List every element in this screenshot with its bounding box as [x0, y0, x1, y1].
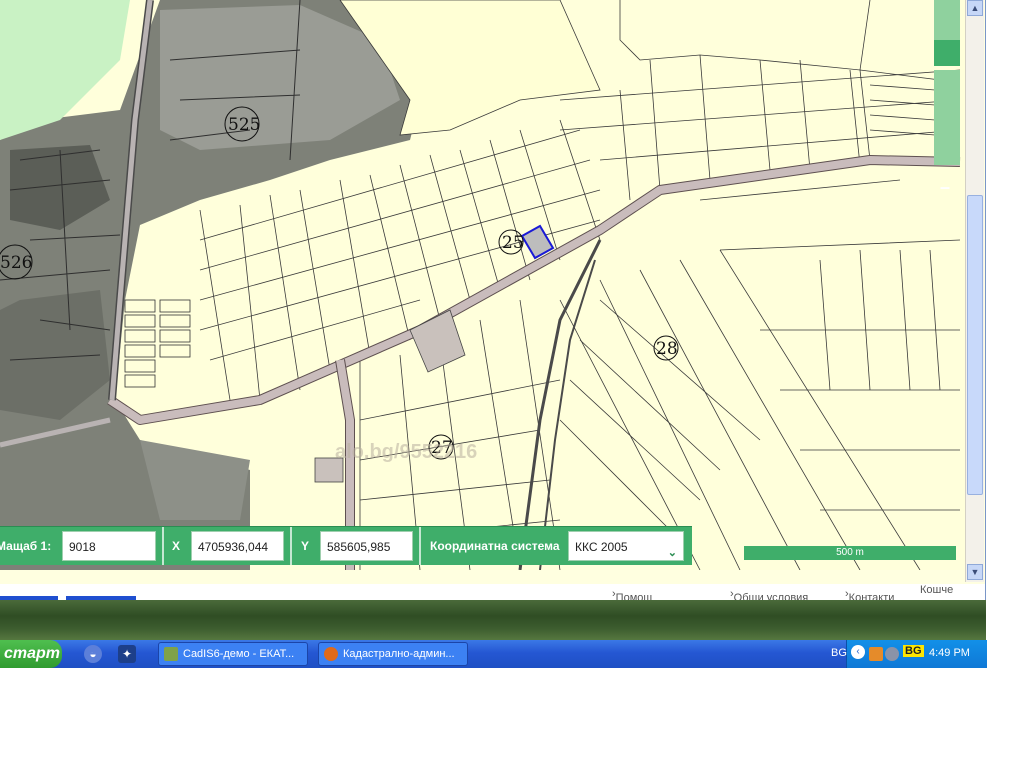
scale-label: Мащаб 1: [0, 539, 52, 553]
x-coordinate-field[interactable]: 4705936,044 [191, 531, 284, 561]
task-button-cadis[interactable]: CadIS6-демо - ЕКАТ... [158, 642, 308, 666]
taskbar: старт ◒ ✦ CadIS6-демо - ЕКАТ... Кадастра… [0, 640, 987, 668]
y-label: Y [301, 539, 310, 553]
x-label: X [172, 539, 181, 553]
watermark: alo.bg/9552216 [335, 441, 477, 463]
scale-input[interactable]: 9018 [62, 531, 156, 561]
terms-link[interactable]: › Общи условия [730, 588, 808, 600]
page-footer-links: › Помощ › Общи условия › Контакти Кошче [0, 584, 985, 600]
language-indicator[interactable]: BG [831, 647, 847, 659]
tray-icon[interactable] [885, 647, 899, 661]
crs-select[interactable]: ККС 2005 ⌄ [568, 531, 684, 561]
parcel-label-526: 526 [0, 253, 32, 273]
divider [419, 527, 421, 565]
clock[interactable]: 4:49 PM [929, 647, 970, 659]
coordinate-bar: Мащаб 1: 9018 X 4705936,044 Y 585605,985… [0, 526, 692, 565]
browser-viewport: 525 526 25 28 27 alo.bg/9552216 – ▲ ▼ Ма… [0, 0, 986, 600]
quicklaunch-icon[interactable]: ◒ [84, 645, 102, 663]
parcel-label-28: 28 [656, 339, 678, 359]
cadastral-map[interactable]: 525 526 25 28 27 alo.bg/9552216 – [0, 0, 965, 570]
parcel-label-525: 525 [228, 115, 260, 135]
divider [290, 527, 292, 565]
chevron-down-icon: ⌄ [667, 547, 677, 559]
start-button[interactable]: старт [0, 640, 62, 668]
firefox-icon [324, 647, 338, 661]
language-badge[interactable]: BG [903, 645, 924, 657]
help-link[interactable]: › Помощ [612, 588, 652, 600]
cart-link[interactable]: Кошче [920, 584, 953, 596]
desktop-wallpaper [0, 600, 986, 640]
crs-label: Координатна система [430, 539, 560, 553]
scroll-down-icon[interactable]: ▼ [967, 564, 983, 580]
task-button-firefox[interactable]: Кадастрално-админ... [318, 642, 468, 666]
y-coordinate-field[interactable]: 585605,985 [320, 531, 413, 561]
twitter-icon[interactable]: ✦ [118, 645, 136, 663]
contacts-link[interactable]: › Контакти [845, 588, 894, 600]
map-scale-bar: 500 m [744, 546, 956, 560]
tray-expand-icon[interactable]: ‹ [851, 645, 865, 659]
zoom-out-button[interactable] [934, 176, 960, 198]
parcel-label-25: 25 [502, 233, 524, 253]
tray-icon[interactable] [869, 647, 883, 661]
scroll-up-icon[interactable]: ▲ [967, 0, 983, 16]
vertical-scrollbar[interactable]: ▲ ▼ [965, 0, 984, 582]
scroll-thumb[interactable] [967, 195, 983, 495]
cadis-icon [164, 647, 178, 661]
system-tray: BG ‹ BG 4:49 PM [831, 640, 987, 668]
divider [162, 527, 164, 565]
